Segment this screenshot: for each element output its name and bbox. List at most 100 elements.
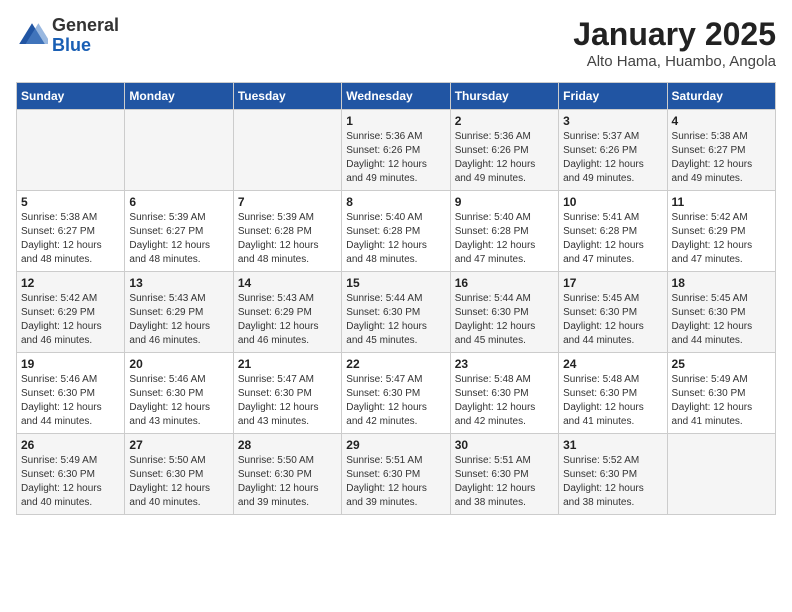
calendar-day-cell: 6Sunrise: 5:39 AM Sunset: 6:27 PM Daylig… [125,191,233,272]
calendar-day-cell: 4 Sunrise: 5:38 AM Sunset: 6:27 PM Daylig… [667,110,775,191]
day-info: Sunrise: 5:42 AM Sunset: 6:29 PM Dayligh… [672,211,771,267]
day-info: Sunrise: 5:47 AM Sunset: 6:30 PM Dayligh… [238,373,337,429]
calendar-day-cell: 28 Sunrise: 5:50 AM Sunset: 6:30 PM Dayli… [233,434,341,515]
location-subtitle: Alto Hama, Huambo, Angola [573,53,776,70]
day-number: 8 [346,195,445,209]
day-info: Sunrise: 5:43 AM Sunset: 6:29 PM Dayligh… [238,292,337,348]
day-info: Sunrise: 5:46 AM Sunset: 6:30 PM Dayligh… [129,373,228,429]
calendar-day-cell: 3 Sunrise: 5:37 AM Sunset: 6:26 PM Daylig… [559,110,667,191]
calendar-day-cell: 24 Sunrise: 5:48 AM Sunset: 6:30 PM Dayli… [559,353,667,434]
calendar-day-cell [667,434,775,515]
day-number: 31 [563,438,662,452]
logo-icon [16,20,48,52]
day-number: 2 [455,114,554,128]
logo: General Blue [16,16,119,56]
day-number: 17 [563,276,662,290]
day-info: Sunrise: 5:40 AM Sunset: 6:28 PM Dayligh… [346,211,445,267]
day-number: 20 [129,357,228,371]
weekday-header: Monday [125,83,233,110]
day-info: Sunrise: 5:36 AM Sunset: 6:26 PM Dayligh… [346,130,445,186]
day-info: Sunrise: 5:36 AM Sunset: 6:26 PM Dayligh… [455,130,554,186]
calendar-day-cell: 13 Sunrise: 5:43 AM Sunset: 6:29 PM Dayli… [125,272,233,353]
logo-blue-text: Blue [52,36,119,56]
day-number: 19 [21,357,120,371]
calendar-day-cell: 7 Sunrise: 5:39 AM Sunset: 6:28 PM Daylig… [233,191,341,272]
day-info: Sunrise: 5:50 AM Sunset: 6:30 PM Dayligh… [129,454,228,510]
day-info: Sunrise: 5:38 AM Sunset: 6:27 PM Dayligh… [21,211,120,267]
calendar-day-cell: 10 Sunrise: 5:41 AM Sunset: 6:28 PM Dayli… [559,191,667,272]
calendar-day-cell: 21Sunrise: 5:47 AM Sunset: 6:30 PM Dayli… [233,353,341,434]
calendar-day-cell: 20 Sunrise: 5:46 AM Sunset: 6:30 PM Dayli… [125,353,233,434]
day-info: Sunrise: 5:38 AM Sunset: 6:27 PM Dayligh… [672,130,771,186]
calendar-day-cell [125,110,233,191]
logo-text: General Blue [52,16,119,56]
calendar-day-cell: 9Sunrise: 5:40 AM Sunset: 6:28 PM Daylig… [450,191,558,272]
day-number: 1 [346,114,445,128]
weekday-header: Friday [559,83,667,110]
day-number: 23 [455,357,554,371]
day-number: 15 [346,276,445,290]
calendar-day-cell: 1 Sunrise: 5:36 AM Sunset: 6:26 PM Daylig… [342,110,450,191]
calendar-week-row: 19 Sunrise: 5:46 AM Sunset: 6:30 PM Dayli… [17,353,776,434]
day-number: 27 [129,438,228,452]
calendar-week-row: 1 Sunrise: 5:36 AM Sunset: 6:26 PM Daylig… [17,110,776,191]
day-info: Sunrise: 5:37 AM Sunset: 6:26 PM Dayligh… [563,130,662,186]
weekday-header: Tuesday [233,83,341,110]
day-info: Sunrise: 5:51 AM Sunset: 6:30 PM Dayligh… [455,454,554,510]
calendar-header-row: SundayMondayTuesdayWednesdayThursdayFrid… [17,83,776,110]
day-number: 3 [563,114,662,128]
day-number: 30 [455,438,554,452]
day-number: 24 [563,357,662,371]
day-number: 13 [129,276,228,290]
title-block: January 2025 Alto Hama, Huambo, Angola [573,16,776,70]
calendar-day-cell: 2 Sunrise: 5:36 AM Sunset: 6:26 PM Daylig… [450,110,558,191]
day-info: Sunrise: 5:52 AM Sunset: 6:30 PM Dayligh… [563,454,662,510]
calendar-day-cell: 29Sunrise: 5:51 AM Sunset: 6:30 PM Dayli… [342,434,450,515]
day-info: Sunrise: 5:42 AM Sunset: 6:29 PM Dayligh… [21,292,120,348]
day-info: Sunrise: 5:50 AM Sunset: 6:30 PM Dayligh… [238,454,337,510]
month-title: January 2025 [573,16,776,53]
day-number: 14 [238,276,337,290]
day-number: 16 [455,276,554,290]
day-number: 22 [346,357,445,371]
calendar-day-cell: 5Sunrise: 5:38 AM Sunset: 6:27 PM Daylig… [17,191,125,272]
calendar-week-row: 12Sunrise: 5:42 AM Sunset: 6:29 PM Dayli… [17,272,776,353]
day-info: Sunrise: 5:39 AM Sunset: 6:28 PM Dayligh… [238,211,337,267]
day-info: Sunrise: 5:48 AM Sunset: 6:30 PM Dayligh… [455,373,554,429]
day-number: 25 [672,357,771,371]
day-info: Sunrise: 5:44 AM Sunset: 6:30 PM Dayligh… [346,292,445,348]
day-info: Sunrise: 5:47 AM Sunset: 6:30 PM Dayligh… [346,373,445,429]
day-number: 28 [238,438,337,452]
calendar-day-cell: 23 Sunrise: 5:48 AM Sunset: 6:30 PM Dayli… [450,353,558,434]
day-info: Sunrise: 5:49 AM Sunset: 6:30 PM Dayligh… [672,373,771,429]
day-info: Sunrise: 5:44 AM Sunset: 6:30 PM Dayligh… [455,292,554,348]
calendar-day-cell: 25 Sunrise: 5:49 AM Sunset: 6:30 PM Dayli… [667,353,775,434]
calendar-day-cell: 17 Sunrise: 5:45 AM Sunset: 6:30 PM Dayli… [559,272,667,353]
day-info: Sunrise: 5:41 AM Sunset: 6:28 PM Dayligh… [563,211,662,267]
day-info: Sunrise: 5:43 AM Sunset: 6:29 PM Dayligh… [129,292,228,348]
day-info: Sunrise: 5:39 AM Sunset: 6:27 PM Dayligh… [129,211,228,267]
calendar-day-cell: 27 Sunrise: 5:50 AM Sunset: 6:30 PM Dayli… [125,434,233,515]
day-number: 10 [563,195,662,209]
calendar-day-cell: 14 Sunrise: 5:43 AM Sunset: 6:29 PM Dayli… [233,272,341,353]
day-info: Sunrise: 5:45 AM Sunset: 6:30 PM Dayligh… [563,292,662,348]
day-number: 18 [672,276,771,290]
weekday-header: Sunday [17,83,125,110]
day-info: Sunrise: 5:46 AM Sunset: 6:30 PM Dayligh… [21,373,120,429]
calendar-day-cell [17,110,125,191]
day-info: Sunrise: 5:49 AM Sunset: 6:30 PM Dayligh… [21,454,120,510]
calendar-day-cell: 11 Sunrise: 5:42 AM Sunset: 6:29 PM Dayli… [667,191,775,272]
calendar-table: SundayMondayTuesdayWednesdayThursdayFrid… [16,82,776,515]
calendar-day-cell: 12Sunrise: 5:42 AM Sunset: 6:29 PM Dayli… [17,272,125,353]
day-number: 9 [455,195,554,209]
calendar-day-cell: 16 Sunrise: 5:44 AM Sunset: 6:30 PM Dayli… [450,272,558,353]
day-number: 26 [21,438,120,452]
calendar-day-cell: 18Sunrise: 5:45 AM Sunset: 6:30 PM Dayli… [667,272,775,353]
day-number: 11 [672,195,771,209]
day-number: 29 [346,438,445,452]
day-number: 7 [238,195,337,209]
weekday-header: Thursday [450,83,558,110]
day-info: Sunrise: 5:48 AM Sunset: 6:30 PM Dayligh… [563,373,662,429]
day-number: 4 [672,114,771,128]
calendar-day-cell [233,110,341,191]
